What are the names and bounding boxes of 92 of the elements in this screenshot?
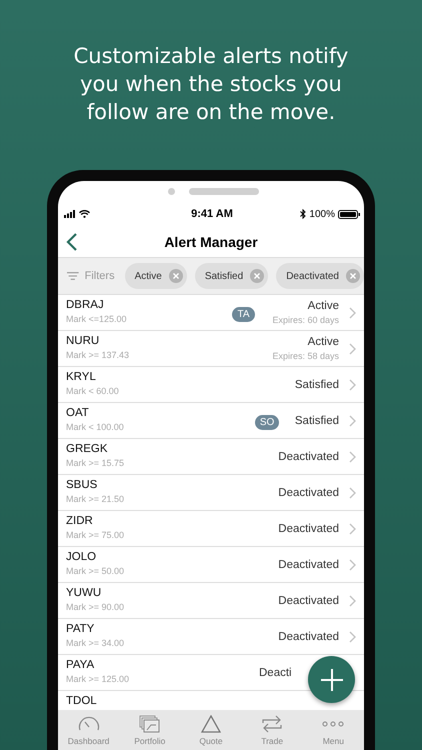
alert-condition: Mark >= 137.43	[66, 350, 130, 360]
alert-symbol: NURU	[66, 335, 100, 347]
chevron-icon	[349, 594, 356, 606]
chevron-icon	[349, 342, 356, 354]
chevron-icon	[349, 486, 356, 498]
alert-row[interactable]: GREGK Mark >= 15.75 Deactivated	[58, 439, 364, 475]
chip-label: Satisfied	[204, 270, 244, 282]
alert-symbol: OAT	[66, 407, 90, 419]
tab-label: Dashboard	[68, 736, 110, 746]
chevron-icon	[349, 522, 356, 534]
tab-label: Trade	[261, 736, 284, 746]
alert-condition: Mark < 60.00	[66, 386, 120, 396]
chevron-icon	[349, 630, 356, 642]
signal-icon	[64, 210, 76, 218]
alert-status: Active	[308, 336, 339, 348]
wifi-icon	[79, 210, 90, 218]
tab-label: Portfolio	[134, 736, 166, 746]
tab-label: Quote	[199, 736, 223, 746]
alert-status: Satisfied	[294, 414, 339, 426]
alert-status: Deactivated	[278, 522, 339, 534]
order-badge: SO	[254, 414, 280, 430]
alert-condition: Mark >= 75.00	[66, 530, 126, 540]
order-badge: TA	[232, 306, 254, 322]
back-icon[interactable]	[66, 233, 78, 251]
expiry-text: Expires: 60 days	[272, 315, 339, 325]
filter-chip[interactable]: Satisfied	[194, 263, 268, 289]
cards-icon	[138, 714, 161, 732]
alert-condition: Mark >= 90.00	[66, 602, 126, 612]
tab-label: Menu	[322, 736, 344, 746]
more-icon	[322, 720, 344, 726]
filter-chip[interactable]: Active	[124, 263, 187, 289]
alert-symbol: KRYL	[66, 371, 97, 383]
alert-row[interactable]: YUWU Mark >= 90.00 Deactivated	[58, 583, 364, 619]
swap-arrows-icon	[261, 714, 284, 732]
plus-icon	[320, 668, 344, 692]
alert-condition: Mark <=125.00	[66, 314, 128, 324]
alert-symbol: PATY	[66, 623, 96, 635]
alert-symbol: JOLO	[66, 551, 98, 563]
alert-condition: Mark >= 34.00	[66, 638, 126, 648]
alert-condition: Mark >= 50.00	[66, 566, 126, 576]
chevron-icon	[349, 450, 356, 462]
remove-icon[interactable]	[346, 269, 360, 283]
alert-condition: Mark >= 125.00	[66, 674, 130, 684]
camera-dot	[168, 188, 174, 194]
alert-row[interactable]: PATY Mark >= 34.00 Deactivated	[58, 619, 364, 655]
chevron-icon	[349, 378, 356, 390]
alert-symbol: ZIDR	[66, 515, 94, 527]
filter-chip[interactable]: Deactivated	[276, 263, 364, 289]
alert-status: Deactivated	[278, 450, 339, 462]
alert-condition: Mark >= 15.75	[66, 458, 126, 468]
alert-condition: Mark < 100.00	[66, 422, 125, 432]
remove-icon[interactable]	[250, 269, 264, 283]
headline: Customizable alerts notify you when the stocks you follow are on the move.	[72, 43, 350, 126]
alert-symbol: SBUS	[66, 479, 98, 491]
remove-icon[interactable]	[168, 269, 183, 283]
alert-status: Deactivated	[278, 594, 339, 606]
chevron-icon	[349, 306, 356, 318]
battery-icon	[338, 210, 360, 218]
alert-row[interactable]: ZIDR Mark >= 75.00 Deactivated	[58, 511, 364, 547]
chip-label: Deactivated	[286, 270, 339, 282]
chip-label: Active	[134, 270, 162, 282]
alert-symbol: YUWU	[66, 587, 102, 599]
add-button[interactable]	[308, 656, 355, 703]
status-time: 9:41 AM	[191, 208, 233, 220]
alert-symbol: DBRAJ	[66, 299, 105, 311]
chevron-icon	[349, 414, 356, 426]
alert-symbol: PAYA	[66, 659, 96, 671]
alert-row[interactable]: OAT Mark < 100.00 SO Satisfied	[58, 403, 364, 439]
alert-row[interactable]: DBRAJ Mark <=125.00 TA Active Expires: 60 days	[58, 295, 364, 331]
expiry-text: Expires: 58 days	[272, 351, 339, 361]
battery-percent: 100%	[309, 208, 335, 220]
screen-title: Alert Manager	[164, 234, 258, 250]
alert-row[interactable]: SBUS Mark >= 21.50 Deactivated	[58, 475, 364, 511]
alert-condition: Mark >= 21.50	[66, 494, 126, 504]
gauge-icon	[78, 716, 100, 732]
bluetooth-icon	[300, 209, 306, 219]
alert-symbol: TDOL	[66, 695, 98, 707]
speaker-slot	[188, 188, 258, 194]
alert-row[interactable]: NURU Mark >= 137.43 Active Expires: 58 days	[58, 331, 364, 367]
alert-symbol: GREGK	[66, 443, 109, 455]
filters-label: Filters	[84, 270, 115, 282]
triangle-icon	[200, 714, 221, 732]
alert-status: Deactivated	[278, 558, 339, 570]
alert-status: Satisfied	[294, 378, 339, 390]
chevron-icon	[349, 558, 356, 570]
alert-status: Deactivated	[278, 486, 339, 498]
alert-status: Deacti	[259, 666, 292, 678]
alert-row[interactable]: JOLO Mark >= 50.00 Deactivated	[58, 547, 364, 583]
alert-row[interactable]: KRYL Mark < 60.00 Satisfied	[58, 367, 364, 403]
alert-status: Active	[308, 300, 339, 312]
alert-status: Deactivated	[278, 630, 339, 642]
filter-icon[interactable]	[67, 271, 79, 281]
